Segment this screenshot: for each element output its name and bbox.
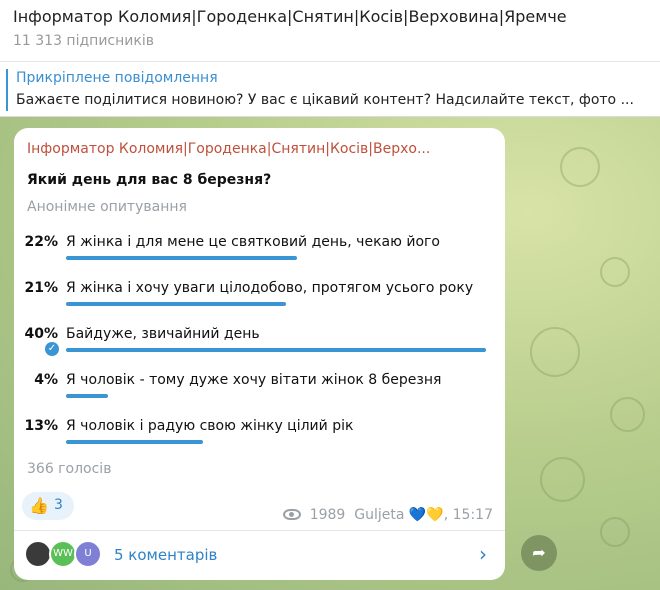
message-time: , 15:17 [443, 507, 493, 523]
option-text: Я чоловік і радую свою жінку цілий рік [66, 418, 354, 434]
option-bar [66, 302, 286, 306]
avatar [24, 540, 52, 568]
comments-bar[interactable]: WW U 5 коментарів › [14, 530, 505, 580]
avatar: U [74, 540, 102, 568]
avatar: WW [49, 540, 77, 568]
eye-icon [283, 509, 302, 520]
option-bar [66, 348, 486, 352]
option-text: Я жінка і хочу уваги цілодобово, протяго… [66, 280, 474, 296]
poll-question: Який день для вас 8 березня? [27, 172, 272, 188]
pinned-title: Прикріплене повідомлення [16, 70, 218, 86]
option-text: Байдуже, звичайний день [66, 326, 260, 342]
pinned-text: Бажаєте поділитися новиною? У вас є ціка… [16, 92, 634, 108]
poll-option-5: 13% Я чоловік і радую свою жінку цілий р… [14, 418, 505, 458]
option-percent: 4% [34, 372, 58, 388]
sender-name[interactable]: Інформатор Коломия|Городенка|Снятин|Косі… [27, 141, 430, 157]
thumbs-up-icon: 👍 [29, 496, 49, 515]
poll-message[interactable]: Інформатор Коломия|Городенка|Снятин|Косі… [14, 128, 505, 580]
poll-option-4: 4% Я чоловік - тому дуже хочу вітати жін… [14, 372, 505, 412]
option-percent: 40% [24, 326, 58, 342]
option-bar [66, 256, 297, 260]
poll-option-3: 40% Байдуже, звичайний день ✓ [14, 326, 505, 366]
pinned-message[interactable]: Прикріплене повідомлення Бажаєте поділит… [0, 62, 660, 117]
signature: Guljeta [354, 507, 405, 523]
option-percent: 21% [24, 280, 58, 296]
pinned-bar [6, 69, 8, 111]
option-text: Я чоловік - тому дуже хочу вітати жінок … [66, 372, 442, 388]
comments-label[interactable]: 5 коментарів [114, 546, 217, 564]
heart-emojis: 💙💛 [408, 507, 444, 523]
chevron-right-icon[interactable]: › [479, 542, 487, 566]
vote-count: 366 голосів [27, 461, 112, 477]
channel-title[interactable]: Інформатор Коломия|Городенка|Снятин|Косі… [13, 7, 567, 26]
reaction-thumbs-up[interactable]: 👍 3 [22, 492, 74, 520]
poll-option-1: 22% Я жінка і для мене це святковий день… [14, 234, 505, 274]
subscriber-count: 11 313 підписників [13, 33, 154, 49]
share-icon[interactable]: ➦ [521, 535, 557, 571]
poll-type: Анонімне опитування [27, 199, 187, 215]
option-text: Я жінка і для мене це святковий день, че… [66, 234, 440, 250]
option-bar [66, 440, 203, 444]
message-meta: 1989 Guljeta 💙💛, 15:17 [283, 507, 493, 523]
chat-header[interactable]: Інформатор Коломия|Городенка|Снятин|Косі… [0, 0, 660, 62]
view-count: 1989 [309, 507, 346, 523]
option-bar [66, 394, 108, 398]
option-percent: 22% [24, 234, 58, 250]
reaction-count: 3 [54, 497, 63, 513]
option-percent: 13% [24, 418, 58, 434]
chosen-check-icon: ✓ [45, 342, 59, 356]
poll-option-2: 21% Я жінка і хочу уваги цілодобово, про… [14, 280, 505, 320]
